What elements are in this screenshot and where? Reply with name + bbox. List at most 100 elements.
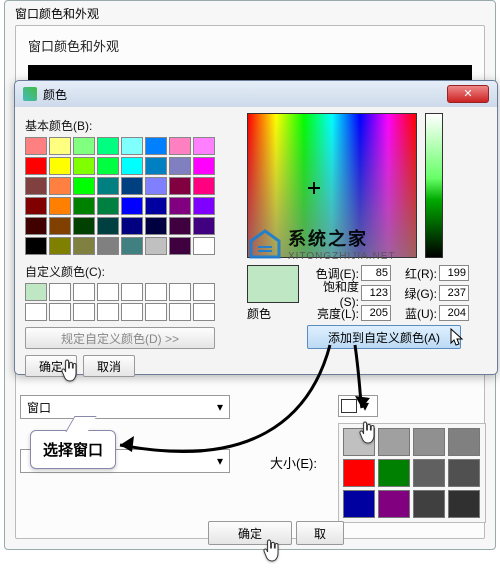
sat-input[interactable] xyxy=(361,285,391,301)
custom-color-swatch[interactable] xyxy=(121,303,143,321)
close-button[interactable]: ✕ xyxy=(447,85,489,103)
mini-swatch[interactable] xyxy=(378,490,410,518)
custom-color-swatch[interactable] xyxy=(169,283,191,301)
custom-color-swatch[interactable] xyxy=(25,303,47,321)
luminance-slider[interactable] xyxy=(425,113,443,258)
cancel-button[interactable]: 取消 xyxy=(83,355,135,377)
custom-color-swatch[interactable] xyxy=(73,303,95,321)
basic-color-swatch[interactable] xyxy=(193,217,215,235)
basic-color-swatch[interactable] xyxy=(145,197,167,215)
custom-color-swatch[interactable] xyxy=(121,283,143,301)
custom-color-swatch[interactable] xyxy=(97,283,119,301)
basic-color-swatch[interactable] xyxy=(193,197,215,215)
basic-color-swatch[interactable] xyxy=(97,157,119,175)
basic-color-swatch[interactable] xyxy=(169,157,191,175)
basic-color-swatch[interactable] xyxy=(169,177,191,195)
basic-color-swatch[interactable] xyxy=(25,157,47,175)
define-custom-button[interactable]: 规定自定义颜色(D) >> xyxy=(25,327,215,349)
basic-color-swatch[interactable] xyxy=(49,177,71,195)
color-values: 色调(E): 红(R): 饱和度(S): 绿(G): 亮度(L): 蓝(U): xyxy=(307,263,469,323)
red-label: 红(R): xyxy=(393,265,437,282)
mini-color-dropdown[interactable]: ▾ xyxy=(338,395,378,417)
custom-color-swatch[interactable] xyxy=(193,283,215,301)
mini-swatch[interactable] xyxy=(343,459,375,487)
basic-color-swatch[interactable] xyxy=(25,137,47,155)
basic-color-swatch[interactable] xyxy=(97,177,119,195)
red-input[interactable] xyxy=(439,265,469,281)
basic-color-swatch[interactable] xyxy=(73,157,95,175)
watermark-brand: 系统之家 xyxy=(288,229,368,249)
mini-swatch[interactable] xyxy=(413,459,445,487)
custom-color-swatch[interactable] xyxy=(145,303,167,321)
lum-label: 亮度(L): xyxy=(307,305,359,322)
mini-swatch[interactable] xyxy=(448,428,480,456)
basic-color-swatch[interactable] xyxy=(145,157,167,175)
basic-color-swatch[interactable] xyxy=(25,217,47,235)
basic-color-swatch[interactable] xyxy=(97,197,119,215)
basic-color-swatch[interactable] xyxy=(193,177,215,195)
basic-color-swatch[interactable] xyxy=(25,177,47,195)
basic-color-swatch[interactable] xyxy=(145,217,167,235)
basic-color-swatch[interactable] xyxy=(73,237,95,255)
basic-color-swatch[interactable] xyxy=(49,197,71,215)
basic-color-swatch[interactable] xyxy=(169,237,191,255)
custom-color-swatch[interactable] xyxy=(25,283,47,301)
basic-color-swatch[interactable] xyxy=(49,137,71,155)
basic-color-swatch[interactable] xyxy=(73,217,95,235)
basic-color-swatch[interactable] xyxy=(25,197,47,215)
custom-color-swatch[interactable] xyxy=(169,303,191,321)
hue-input[interactable] xyxy=(361,265,391,281)
basic-color-swatch[interactable] xyxy=(121,217,143,235)
basic-color-swatch[interactable] xyxy=(121,157,143,175)
green-label: 绿(G): xyxy=(393,285,437,302)
color-dialog-titlebar: 颜色 ✕ xyxy=(15,81,497,107)
mini-swatch[interactable] xyxy=(378,459,410,487)
mini-swatch[interactable] xyxy=(448,459,480,487)
basic-color-swatch[interactable] xyxy=(169,197,191,215)
custom-color-swatch[interactable] xyxy=(49,283,71,301)
basic-color-swatch[interactable] xyxy=(25,237,47,255)
dialog-title-text: 颜色 xyxy=(43,86,67,103)
custom-color-swatch[interactable] xyxy=(97,303,119,321)
basic-color-swatch[interactable] xyxy=(97,217,119,235)
basic-color-swatch[interactable] xyxy=(145,137,167,155)
crosshair-icon xyxy=(308,182,320,194)
hand-cursor-icon xyxy=(60,358,80,386)
lum-input[interactable] xyxy=(361,305,391,321)
custom-color-swatch[interactable] xyxy=(193,303,215,321)
basic-color-swatch[interactable] xyxy=(121,197,143,215)
basic-color-swatch[interactable] xyxy=(193,137,215,155)
add-to-custom-button[interactable]: 添加到自定义颜色(A) xyxy=(307,325,461,349)
basic-color-swatch[interactable] xyxy=(193,237,215,255)
basic-color-swatch[interactable] xyxy=(145,177,167,195)
basic-color-swatch[interactable] xyxy=(121,137,143,155)
mini-swatch[interactable] xyxy=(413,428,445,456)
basic-color-swatch[interactable] xyxy=(97,137,119,155)
bottom-cancel-button[interactable]: 取 xyxy=(296,521,344,545)
basic-color-swatch[interactable] xyxy=(73,197,95,215)
custom-color-swatch[interactable] xyxy=(49,303,71,321)
mini-swatch[interactable] xyxy=(343,490,375,518)
basic-color-swatch[interactable] xyxy=(73,177,95,195)
mini-swatch[interactable] xyxy=(448,490,480,518)
basic-color-swatch[interactable] xyxy=(49,217,71,235)
basic-color-swatch[interactable] xyxy=(121,177,143,195)
basic-color-swatch[interactable] xyxy=(49,157,71,175)
basic-color-swatch[interactable] xyxy=(169,137,191,155)
basic-color-swatch[interactable] xyxy=(145,237,167,255)
basic-color-swatch[interactable] xyxy=(121,237,143,255)
blue-input[interactable] xyxy=(439,305,469,321)
basic-color-swatch[interactable] xyxy=(49,237,71,255)
chevron-down-icon: ▾ xyxy=(217,400,223,414)
item-dropdown[interactable]: 窗口 ▾ xyxy=(20,395,230,419)
basic-color-swatch[interactable] xyxy=(97,237,119,255)
basic-color-swatch[interactable] xyxy=(193,157,215,175)
custom-color-swatch[interactable] xyxy=(145,283,167,301)
basic-color-swatch[interactable] xyxy=(169,217,191,235)
basic-color-swatch[interactable] xyxy=(73,137,95,155)
basic-colors-grid xyxy=(25,137,235,255)
mini-swatch[interactable] xyxy=(413,490,445,518)
mini-swatch[interactable] xyxy=(378,428,410,456)
custom-color-swatch[interactable] xyxy=(73,283,95,301)
green-input[interactable] xyxy=(439,285,469,301)
